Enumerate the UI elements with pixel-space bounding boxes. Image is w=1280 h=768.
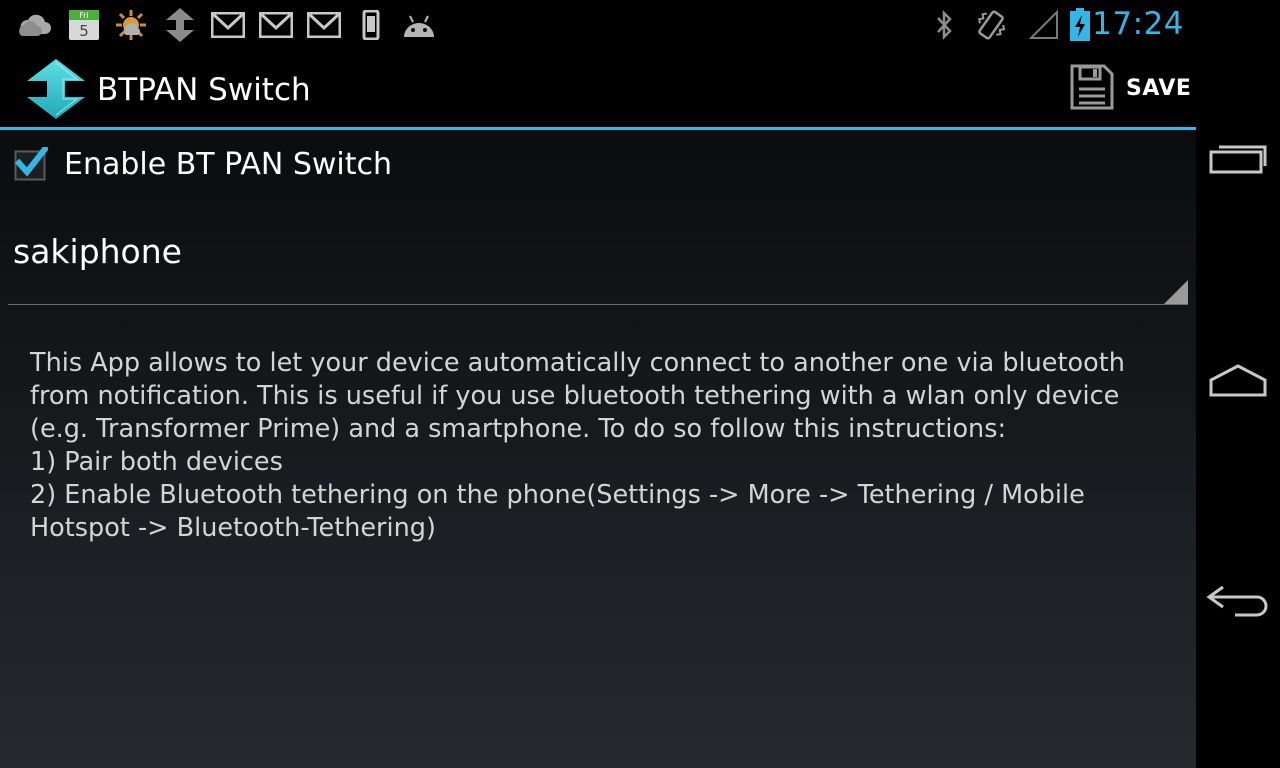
cloud-weather-icon xyxy=(18,8,54,42)
signal-icon xyxy=(1026,8,1062,42)
calendar-icon: Fri 5 xyxy=(66,8,102,42)
calendar-date: 5 xyxy=(79,22,89,40)
status-bar[interactable]: Fri 5 17:24 xyxy=(0,0,1196,50)
recent-apps-button[interactable] xyxy=(1196,115,1280,205)
recent-apps-icon xyxy=(1209,142,1267,178)
sun-weather-icon xyxy=(113,8,149,42)
home-icon xyxy=(1208,362,1268,402)
enable-label: Enable BT PAN Switch xyxy=(64,146,393,182)
description-text: This App allows to let your device autom… xyxy=(30,347,1180,545)
btpan-app-icon[interactable] xyxy=(25,59,87,119)
android-icon xyxy=(401,8,437,42)
gmail-icon xyxy=(258,8,294,42)
btpan-icon xyxy=(162,8,198,42)
clock: 17:24 xyxy=(1092,6,1184,42)
bluetooth-icon xyxy=(926,8,962,42)
description-step-1: 1) Pair both devices xyxy=(30,447,283,477)
home-button[interactable] xyxy=(1196,337,1280,427)
calendar-day: Fri xyxy=(79,11,89,20)
description-step-2: 2) Enable Bluetooth tethering on the pho… xyxy=(30,480,1085,543)
device-spinner[interactable]: sakiphone xyxy=(8,220,1188,305)
spinner-dropdown-icon xyxy=(1164,280,1188,304)
gmail-icon xyxy=(210,8,246,42)
app-title: BTPAN Switch xyxy=(97,72,311,108)
enable-setting-row[interactable]: Enable BT PAN Switch xyxy=(14,142,392,186)
vibrate-icon xyxy=(973,8,1009,42)
gmail-icon xyxy=(306,8,342,42)
enable-checkbox[interactable] xyxy=(14,144,50,181)
save-icon xyxy=(1070,64,1126,114)
back-icon xyxy=(1205,583,1271,627)
phone-icon xyxy=(353,8,389,42)
back-button[interactable] xyxy=(1196,560,1280,650)
description-paragraph: This App allows to let your device autom… xyxy=(30,348,1125,444)
save-button[interactable]: SAVE xyxy=(1056,50,1196,127)
action-bar: BTPAN Switch SAVE xyxy=(0,50,1196,130)
device-spinner-value: sakiphone xyxy=(13,232,182,271)
navigation-bar xyxy=(1196,0,1280,768)
save-label: SAVE xyxy=(1126,76,1192,101)
main-content: Enable BT PAN Switch sakiphone This App … xyxy=(0,130,1196,768)
